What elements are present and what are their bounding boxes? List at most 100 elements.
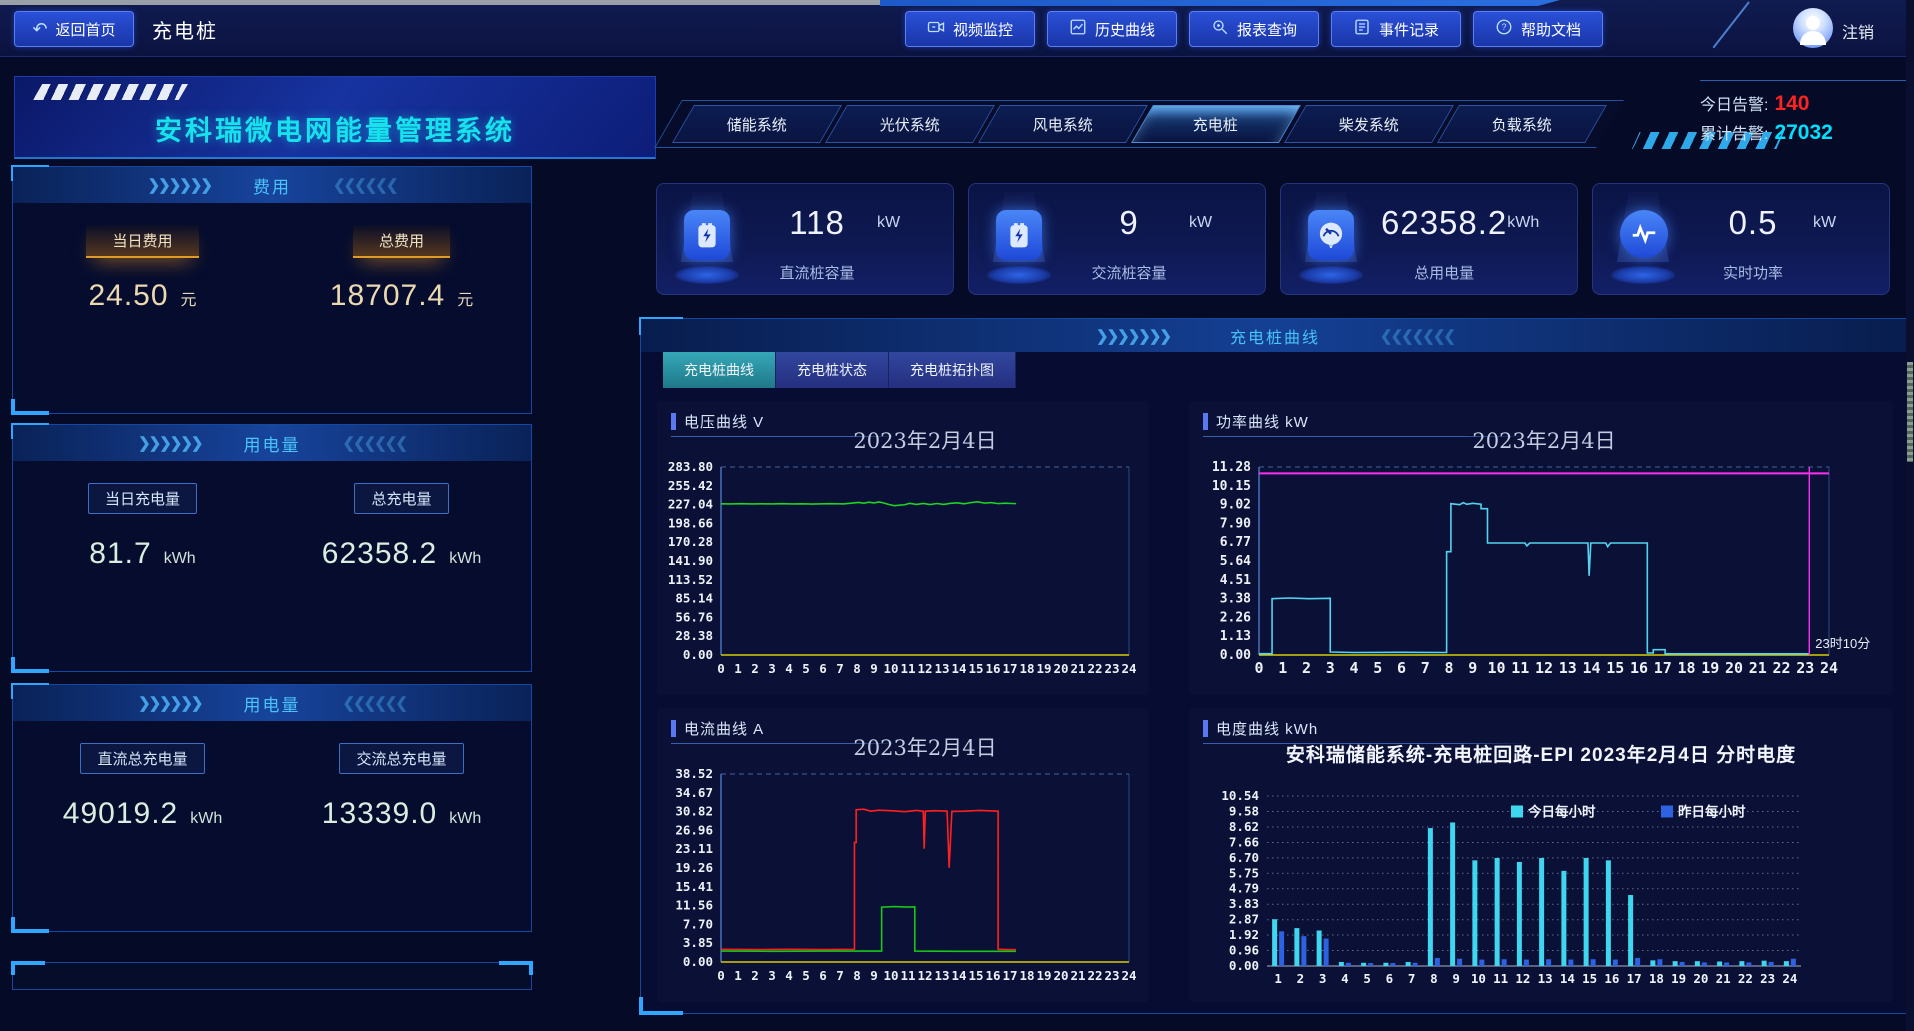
svg-text:7: 7: [1421, 659, 1430, 677]
svg-text:11: 11: [1511, 659, 1529, 677]
kpi-icon-area: V: [1281, 184, 1381, 294]
svg-text:21: 21: [1070, 661, 1085, 676]
kpi-icon-area: [1593, 184, 1693, 294]
sidebar-bottom-decoration: [12, 962, 532, 990]
panel-value-row: 49019.2kWh13339.0kWh: [13, 797, 531, 831]
svg-text:12: 12: [1535, 659, 1553, 677]
system-tab-风电系统[interactable]: 风电系统: [978, 105, 1148, 143]
svg-text:22: 22: [1087, 968, 1102, 983]
stat-unit: 元: [457, 286, 473, 310]
svg-text:13: 13: [1559, 659, 1577, 677]
system-tab-光伏系统[interactable]: 光伏系统: [825, 105, 995, 143]
nav-button-报表查询[interactable]: 报表查询: [1189, 11, 1319, 47]
svg-text:3.85: 3.85: [683, 935, 713, 950]
svg-text:4: 4: [1341, 971, 1349, 986]
stat-value-cell: 81.7kWh: [13, 537, 272, 571]
system-tab-label: 光伏系统: [880, 114, 940, 135]
nav-button-label: 报表查询: [1237, 19, 1297, 40]
svg-text:24: 24: [1820, 659, 1838, 677]
chevrons-right-icon: ❯❯❯❯❯❯: [138, 694, 201, 712]
svg-text:V: V: [1328, 240, 1335, 250]
svg-text:22: 22: [1772, 659, 1790, 677]
chevrons-left-icon: ❮❮❮❮❮❮: [343, 694, 406, 712]
svg-text:56.76: 56.76: [675, 609, 713, 624]
panel-label-row: 当日充电量总充电量: [13, 483, 531, 514]
nav-button-label: 历史曲线: [1095, 19, 1155, 40]
kpi-card-交流桩容量: 9kW交流桩容量: [968, 183, 1266, 295]
svg-text:2.87: 2.87: [1229, 912, 1259, 927]
stat-label: 直流总充电量: [80, 743, 204, 774]
svg-text:14: 14: [1560, 971, 1575, 986]
stat-label-cell: 总充电量: [272, 483, 531, 514]
svg-text:9: 9: [870, 968, 878, 983]
nav-button-历史曲线[interactable]: 历史曲线: [1047, 11, 1177, 47]
panel-value-row: 81.7kWh 62358.2kWh: [13, 537, 531, 571]
chart-tab-充电桩拓扑图[interactable]: 充电桩拓扑图: [889, 352, 1016, 388]
svg-text:11: 11: [900, 968, 915, 983]
svg-text:21: 21: [1716, 971, 1731, 986]
system-tab-充电桩[interactable]: 充电桩: [1131, 105, 1301, 143]
top-edge-strip: [0, 0, 880, 5]
svg-text:24: 24: [1121, 661, 1136, 676]
sidebar-panel-2: ❯❯❯❯❯❯用电量❮❮❮❮❮❮当日充电量总充电量81.7kWh62358.2kW…: [12, 424, 532, 672]
svg-text:13: 13: [934, 661, 949, 676]
logout-button[interactable]: 注销: [1842, 19, 1874, 43]
svg-text:2: 2: [751, 968, 759, 983]
back-home-button[interactable]: ↶ 返回首页: [14, 11, 134, 47]
nav-button-事件记录[interactable]: 事件记录: [1331, 11, 1461, 47]
stat-value: 81.7: [89, 537, 151, 571]
nav-button-帮助文档[interactable]: ?帮助文档: [1473, 11, 1603, 47]
svg-text:1: 1: [1278, 659, 1287, 677]
stat-unit: kWh: [190, 810, 222, 828]
svg-text:15.41: 15.41: [675, 879, 713, 894]
stat-value-wrap: 18707.4元: [330, 279, 473, 313]
svg-text:3: 3: [768, 968, 776, 983]
chart-date-title: 2023年2月4日: [721, 425, 1129, 455]
stat-label-cell: 当日费用: [13, 225, 272, 258]
svg-text:2: 2: [1302, 659, 1311, 677]
video-icon: [927, 18, 945, 40]
system-tab-负载系统[interactable]: 负载系统: [1437, 105, 1607, 143]
svg-text:2.26: 2.26: [1220, 610, 1251, 625]
chart-tab-充电桩曲线[interactable]: 充电桩曲线: [663, 352, 776, 388]
stat-value-wrap: 81.7kWh: [89, 537, 195, 571]
svg-text:0.96: 0.96: [1229, 943, 1259, 958]
stat-label-cell: 总费用: [272, 225, 531, 258]
svg-text:20: 20: [1053, 968, 1068, 983]
svg-text:7: 7: [836, 661, 844, 676]
svg-text:6: 6: [1397, 659, 1406, 677]
stat-value-wrap: 62358.2kWh: [322, 537, 481, 571]
svg-text:6: 6: [819, 968, 827, 983]
alarm-today-value: 140: [1774, 92, 1809, 116]
system-tab-储能系统[interactable]: 储能系统: [672, 105, 842, 143]
stat-unit: kWh: [449, 810, 481, 828]
chart-tab-充电桩状态[interactable]: 充电桩状态: [776, 352, 889, 388]
system-tab-柴发系统[interactable]: 柴发系统: [1284, 105, 1454, 143]
chart-title-row: 电度曲线 kWh: [1203, 718, 1318, 739]
system-tab-label: 负载系统: [1492, 114, 1552, 135]
stat-label-cell: 当日充电量: [13, 483, 272, 514]
svg-text:10: 10: [883, 661, 898, 676]
svg-text:0: 0: [717, 968, 725, 983]
system-tab-label: 充电桩: [1193, 114, 1238, 135]
pedestal-icon: [1611, 266, 1675, 284]
stat-value-wrap: 13339.0kWh: [322, 797, 481, 831]
svg-text:7: 7: [836, 968, 844, 983]
dashboard-root: ↶ 返回首页 充电桩 视频监控 历史曲线 报表查询 事件记录 ?帮助文档 注销 安科瑞微…: [0, 0, 1914, 1031]
system-tab-label: 储能系统: [727, 114, 787, 135]
svg-text:0: 0: [717, 661, 725, 676]
svg-text:8: 8: [1444, 659, 1453, 677]
title-marker-icon: [1203, 413, 1208, 430]
user-avatar[interactable]: [1793, 8, 1833, 48]
svg-text:1.92: 1.92: [1229, 927, 1259, 942]
svg-text:17: 17: [1002, 968, 1017, 983]
scrollbar-thumb[interactable]: [1907, 362, 1913, 462]
svg-text:昨日每小时: 昨日每小时: [1678, 803, 1746, 819]
chart-main-title: 安科瑞储能系统-充电桩回路-EPI 2023年2月4日 分时电度: [1189, 740, 1893, 767]
svg-text:17: 17: [1627, 971, 1642, 986]
back-arrow-icon: ↶: [32, 19, 47, 40]
svg-text:8: 8: [853, 968, 861, 983]
brand-panel: 安科瑞微电网能量管理系统: [14, 76, 656, 159]
nav-button-视频监控[interactable]: 视频监控: [905, 11, 1035, 47]
kpi-label: 直流桩容量: [757, 262, 877, 294]
